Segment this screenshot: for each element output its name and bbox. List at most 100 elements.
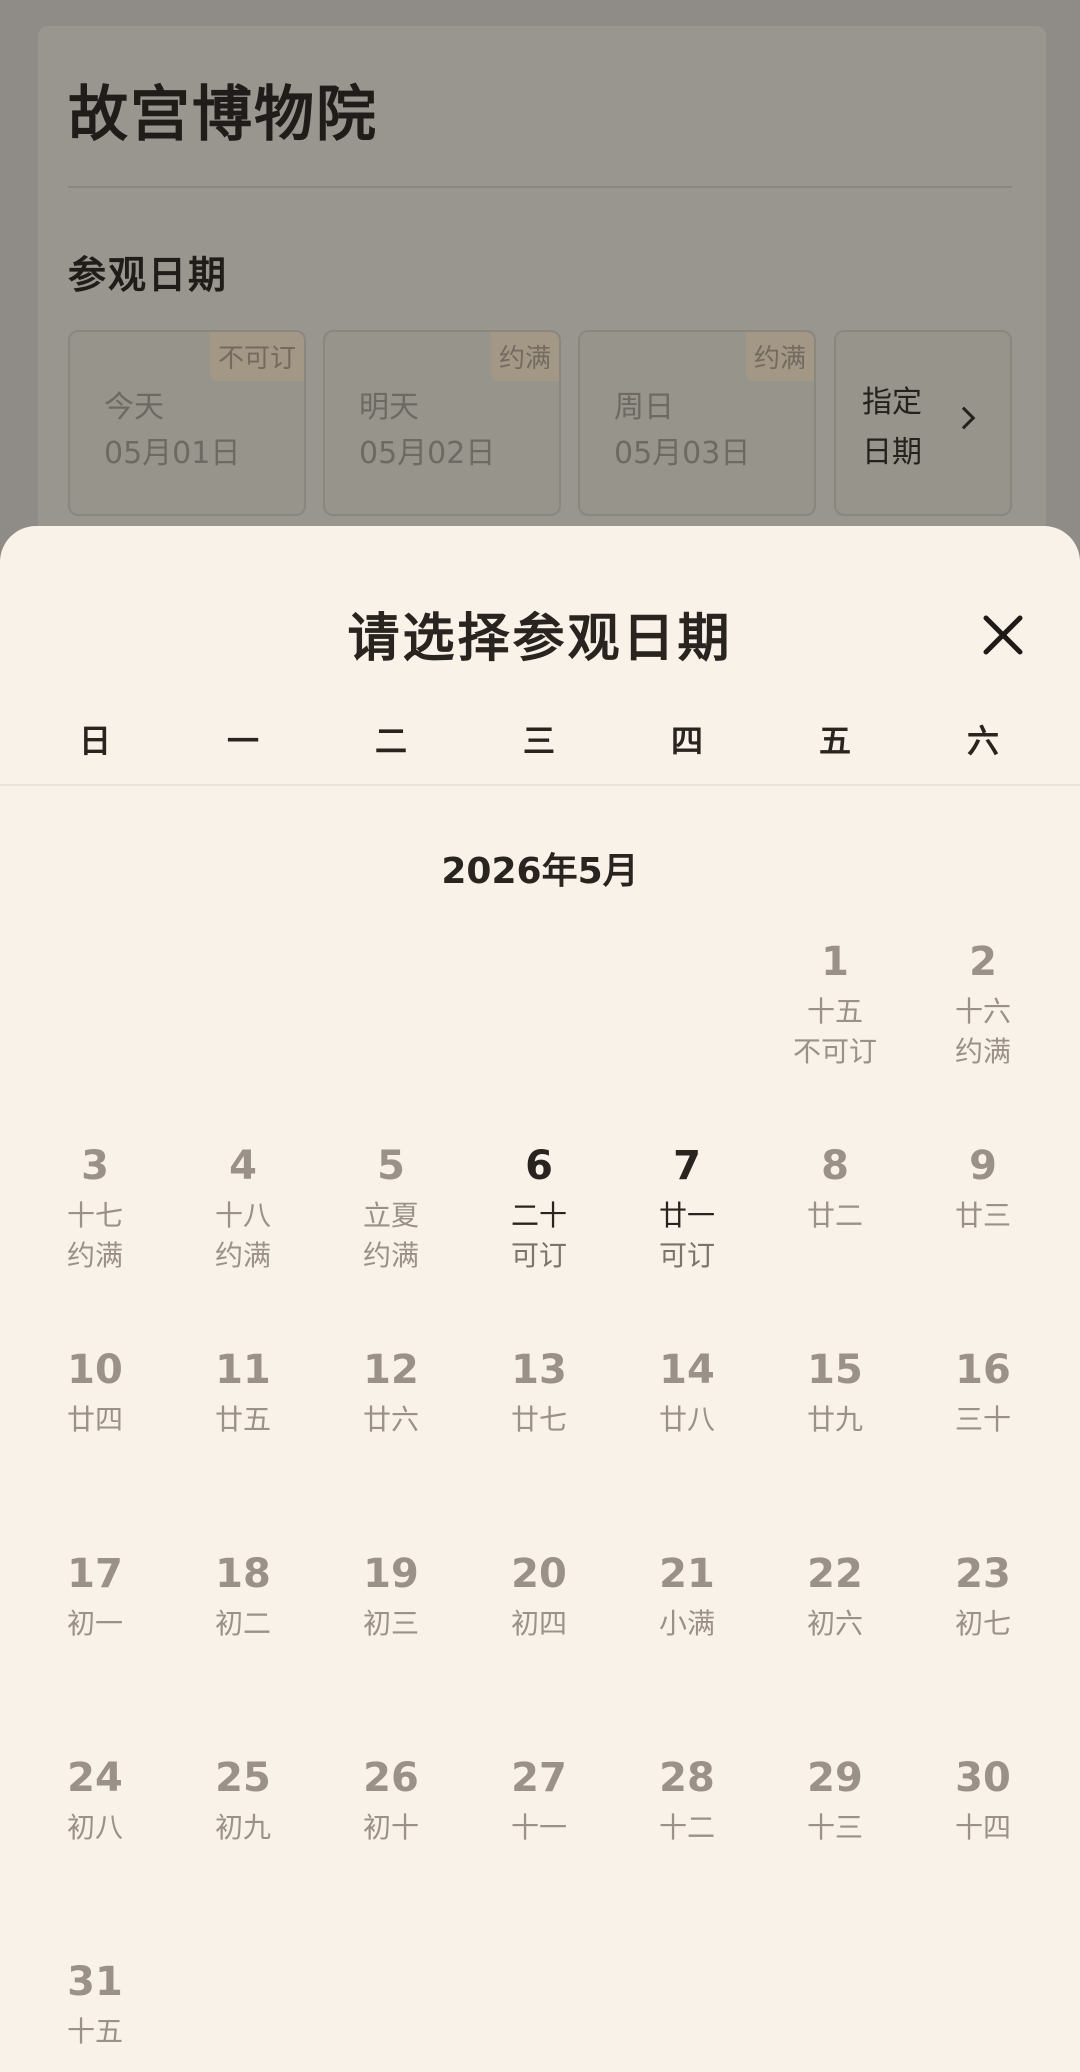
calendar-day[interactable]: 5 立夏约满: [317, 1142, 465, 1292]
calendar-day[interactable]: 29 十三: [761, 1754, 909, 1904]
calendar-day[interactable]: 7 廿一 可订: [613, 1142, 761, 1292]
calendar-day[interactable]: 4 十八 约满: [169, 1142, 317, 1292]
date-option-sunday[interactable]: 约满 周日 05月03日: [578, 330, 816, 516]
calendar-day-lunar: 廿一: [658, 1199, 715, 1232]
calendar-day[interactable]: 25 初九: [169, 1754, 317, 1904]
calendar-day-lunar: 十五: [806, 995, 863, 1028]
calendar-day[interactable]: 12 廿六: [317, 1346, 465, 1496]
weekday-thu: 四: [670, 722, 703, 760]
calendar-day-lunar: 十四: [954, 1811, 1011, 1844]
calendar-day[interactable]: 18 初二: [169, 1550, 317, 1700]
calendar-day-number: 25: [215, 1755, 271, 1801]
calendar-day[interactable]: 22 初六: [761, 1550, 909, 1700]
calendar-day-number: 18: [215, 1551, 271, 1597]
calendar-day-lunar: 廿六: [362, 1403, 419, 1436]
month-title: 2026年5月: [441, 851, 639, 892]
calendar-day-lunar: 廿三: [954, 1199, 1011, 1232]
calendar-day[interactable]: 16 三十: [909, 1346, 1057, 1496]
date-option-tag: 不可订: [209, 332, 304, 381]
calendar-day[interactable]: 13 廿七: [465, 1346, 613, 1496]
calendar-day-lunar: 初三: [362, 1607, 419, 1640]
calendar-day-number: 13: [511, 1347, 567, 1393]
calendar-day-lunar: 小满: [658, 1607, 715, 1640]
calendar-day[interactable]: 27 十一: [465, 1754, 613, 1904]
calendar-day-lunar: 初八: [66, 1811, 123, 1844]
date-option-day: 周日: [614, 390, 674, 425]
calendar-day-status: 不可订: [792, 1035, 877, 1068]
calendar-day[interactable]: 10 廿四: [21, 1346, 169, 1496]
calendar-day[interactable]: 11 廿五: [169, 1346, 317, 1496]
calendar-day-lunar: 初九: [214, 1811, 271, 1844]
calendar-day-lunar: 初四: [510, 1607, 567, 1640]
calendar-day[interactable]: 8 廿二: [761, 1142, 909, 1292]
calendar-day-lunar: 初二: [214, 1607, 271, 1640]
calendar-day-lunar: 二十: [510, 1199, 567, 1232]
calendar-day-lunar: 初一: [66, 1607, 123, 1640]
calendar-day[interactable]: 20 初四: [465, 1550, 613, 1700]
calendar-day[interactable]: 2 十六约满: [909, 938, 1057, 1088]
calendar-day[interactable]: 31 十五: [21, 1958, 169, 2072]
calendar-day[interactable]: 24 初八: [21, 1754, 169, 1904]
calendar-day[interactable]: 14 廿八: [613, 1346, 761, 1496]
calendar-day-number: 28: [659, 1755, 715, 1801]
calendar-day[interactable]: 17 初一: [21, 1550, 169, 1700]
calendar-day-status: 可订: [510, 1239, 567, 1272]
calendar-day-number: 17: [67, 1551, 123, 1597]
calendar-day-lunar: 十三: [806, 1811, 863, 1844]
calendar-day-lunar: 十二: [658, 1811, 715, 1844]
card-divider: [68, 186, 1012, 188]
calendar-day[interactable]: 21 小满: [613, 1550, 761, 1700]
museum-title: 故宫博物院: [68, 80, 378, 150]
date-option-day: 明天: [359, 390, 419, 425]
calendar-day-status: 约满: [362, 1239, 419, 1272]
calendar-day-number: 24: [67, 1755, 123, 1801]
calendar-day-number: 27: [511, 1755, 567, 1801]
calendar-day[interactable]: 9 廿三: [909, 1142, 1057, 1292]
calendar-day-status: 可订: [658, 1239, 715, 1272]
specify-date-label: 指定日期: [862, 385, 922, 470]
calendar-day-number: 20: [511, 1551, 567, 1597]
calendar-day[interactable]: 26 初十: [317, 1754, 465, 1904]
calendar-day[interactable]: 30 十四: [909, 1754, 1057, 1904]
calendar-day-lunar: 廿四: [66, 1403, 123, 1436]
calendar-day-number: 3: [81, 1143, 109, 1189]
calendar-day-lunar: 十一: [510, 1811, 567, 1844]
calendar-day-number: 30: [955, 1755, 1011, 1801]
calendar-day-number: 12: [363, 1347, 419, 1393]
visit-date-label: 参观日期: [68, 253, 229, 297]
calendar-day-number: 21: [659, 1551, 715, 1597]
date-option-tag: 约满: [490, 332, 559, 381]
close-button[interactable]: [976, 608, 1030, 662]
date-option-tomorrow[interactable]: 约满 明天 05月02日: [323, 330, 561, 516]
calendar-day-number: 10: [67, 1347, 123, 1393]
calendar-day-lunar: 十六: [954, 995, 1011, 1028]
calendar-day[interactable]: 28 十二: [613, 1754, 761, 1904]
weekday-sun: 日: [78, 722, 111, 760]
calendar-day-number: 29: [807, 1755, 863, 1801]
calendar-day[interactable]: 19 初三: [317, 1550, 465, 1700]
calendar-day-number: 5: [377, 1143, 405, 1189]
calendar-day[interactable]: 1 十五 不可订: [761, 938, 909, 1088]
calendar-day[interactable]: 6 二十可订: [465, 1142, 613, 1292]
date-option-today[interactable]: 不可订 今天 05月01日: [68, 330, 306, 516]
calendar-day-status: 约满: [214, 1239, 271, 1272]
specify-date-button[interactable]: 指定日期: [834, 330, 1012, 516]
calendar-day-status: 约满: [954, 1035, 1011, 1068]
close-icon: [983, 615, 1023, 655]
calendar-day[interactable]: 3 十七 约满: [21, 1142, 169, 1292]
calendar-day-lunar: 廿九: [806, 1403, 863, 1436]
chevron-right-icon: [952, 406, 976, 430]
calendar-day-lunar: 三十: [954, 1403, 1011, 1436]
date-option-date: 05月02日: [359, 436, 496, 471]
calendar-day-number: 2: [969, 939, 997, 985]
calendar-day-number: 14: [659, 1347, 715, 1393]
date-picker-sheet: 请选择参观日期 日 一 二 三 四 五 六 2026年5月 1 十五 不可订 2 十六约…: [0, 526, 1080, 2072]
calendar-day-number: 15: [807, 1347, 863, 1393]
calendar-day-lunar: 十五: [66, 2015, 123, 2048]
sheet-title: 请选择参观日期: [347, 608, 733, 669]
calendar-day[interactable]: 23 初七: [909, 1550, 1057, 1700]
weekday-wed: 三: [522, 722, 555, 760]
calendar-day-lunar: 立夏: [362, 1199, 419, 1232]
calendar-day[interactable]: 15 廿九: [761, 1346, 909, 1496]
calendar-day-number: 6: [525, 1143, 553, 1189]
